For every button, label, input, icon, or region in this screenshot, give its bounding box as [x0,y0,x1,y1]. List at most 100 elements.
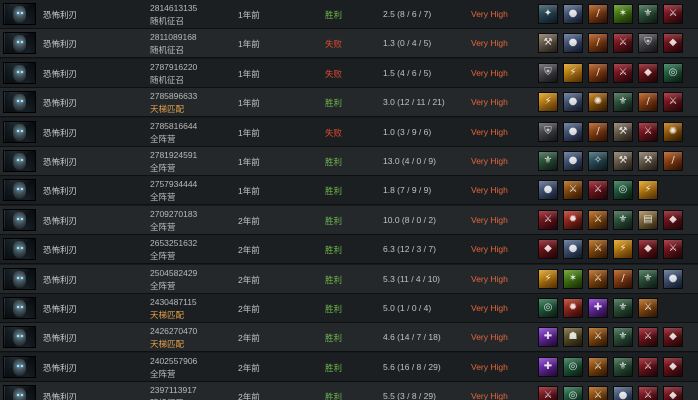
yasha-icon[interactable]: ⚡ [538,92,558,112]
butterfly-icon[interactable]: ⚜ [613,210,633,230]
claw-icon[interactable]: ⚔ [588,180,608,200]
butterfly-icon[interactable]: ⚜ [613,357,633,377]
skull-basher-icon[interactable]: ✦ [538,4,558,24]
match-row[interactable]: 恐怖利刃 2430487115 天梯匹配 2年前 胜利 5.0 (1 / 0 /… [0,294,698,323]
helm-icon[interactable]: ⛨ [538,122,558,142]
hero-portrait[interactable] [3,150,36,172]
claw-icon[interactable]: ⚔ [638,386,658,400]
match-row[interactable]: 恐怖利刃 2402557906 全阵营 2年前 胜利 5.6 (16 / 8 /… [0,353,698,382]
claw-icon[interactable]: ⚔ [613,63,633,83]
hero-portrait[interactable] [3,356,36,378]
hero-name[interactable]: 恐怖利刃 [43,303,77,315]
match-id-link[interactable]: 2781924591 [150,150,197,160]
relic-icon[interactable]: ✹ [563,210,583,230]
hero-portrait[interactable] [3,297,36,319]
hero-portrait[interactable] [3,268,36,290]
hero-portrait[interactable] [3,179,36,201]
butterfly-icon[interactable]: ⚜ [638,4,658,24]
sword-icon[interactable]: ⚔ [588,269,608,289]
satanic-icon[interactable]: ◆ [663,386,683,400]
claw-icon[interactable]: ⚔ [663,239,683,259]
hero-portrait[interactable] [3,32,36,54]
axe-icon[interactable]: ⚒ [613,122,633,142]
orb-icon[interactable]: ● [538,180,558,200]
hero-name[interactable]: 恐怖利刃 [43,244,77,256]
hero-portrait[interactable] [3,326,36,348]
match-id-link[interactable]: 2402557906 [150,356,197,366]
staff-icon[interactable]: ✚ [538,357,558,377]
sword-icon[interactable]: ⚔ [563,180,583,200]
orb-icon[interactable]: ● [563,122,583,142]
claw-icon[interactable]: ⚔ [613,33,633,53]
claw-icon[interactable]: ⚔ [663,4,683,24]
match-id-link[interactable]: 2504582429 [150,268,197,278]
blade-icon[interactable]: / [638,92,658,112]
sword-icon[interactable]: ⚔ [588,357,608,377]
staff-icon[interactable]: ✚ [538,327,558,347]
blade-icon[interactable]: / [588,33,608,53]
mask-icon[interactable]: ☗ [563,327,583,347]
butterfly-icon[interactable]: ⚜ [613,327,633,347]
claw-icon[interactable]: ⚔ [638,122,658,142]
hero-name[interactable]: 恐怖利刃 [43,68,77,80]
claw-icon[interactable]: ⚔ [538,386,558,400]
rune-icon[interactable]: ✺ [588,92,608,112]
satanic-icon[interactable]: ◆ [638,63,658,83]
hero-name[interactable]: 恐怖利刃 [43,38,77,50]
hero-portrait[interactable] [3,121,36,143]
sword-icon[interactable]: ⚔ [588,386,608,400]
orb-icon[interactable]: ● [563,92,583,112]
claw-icon[interactable]: ⚔ [638,357,658,377]
satanic-icon[interactable]: ◆ [538,239,558,259]
sword-icon[interactable]: ⚔ [588,210,608,230]
ring-icon[interactable]: ◎ [563,386,583,400]
satanic-icon[interactable]: ◆ [663,210,683,230]
match-row[interactable]: 恐怖利刃 2787916220 随机征召 1年前 失败 1.5 (4 / 6 /… [0,59,698,88]
yasha-icon[interactable]: ⚡ [613,239,633,259]
match-row[interactable]: 恐怖利刃 2397113917 随机征召 2年前 胜利 5.5 (3 / 8 /… [0,382,698,400]
helm-icon[interactable]: ⛨ [538,63,558,83]
match-row[interactable]: 恐怖利刃 2811089168 随机征召 1年前 失败 1.3 (0 / 4 /… [0,29,698,58]
match-row[interactable]: 恐怖利刃 2757934444 全阵营 1年前 胜利 1.8 (7 / 9 / … [0,176,698,205]
sword-icon[interactable]: ⚔ [588,239,608,259]
match-id-link[interactable]: 2709270183 [150,209,197,219]
ring-icon[interactable]: ◎ [663,63,683,83]
hero-name[interactable]: 恐怖利刃 [43,127,77,139]
match-row[interactable]: 恐怖利刃 2426270470 天梯匹配 2年前 胜利 4.6 (14 / 7 … [0,323,698,352]
axe-icon[interactable]: ⚒ [638,151,658,171]
hero-name[interactable]: 恐怖利刃 [43,274,77,286]
hero-name[interactable]: 恐怖利刃 [43,332,77,344]
orb-icon[interactable]: ● [563,151,583,171]
scroll-icon[interactable]: ▤ [638,210,658,230]
blade-icon[interactable]: / [588,4,608,24]
sword-icon[interactable]: ⚔ [588,327,608,347]
butterfly-icon[interactable]: ⚜ [538,151,558,171]
claw-icon[interactable]: ⚔ [638,327,658,347]
helm-icon[interactable]: ⛨ [638,33,658,53]
ring-icon[interactable]: ◎ [613,180,633,200]
match-id-link[interactable]: 2653251632 [150,238,197,248]
wraith-icon[interactable]: ✶ [613,4,633,24]
blade-icon[interactable]: / [613,269,633,289]
hero-name[interactable]: 恐怖利刃 [43,362,77,374]
match-id-link[interactable]: 2811089168 [150,32,197,42]
match-id-link[interactable]: 2785816644 [150,121,197,131]
orb-icon[interactable]: ● [563,33,583,53]
blade-icon[interactable]: / [663,151,683,171]
hero-name[interactable]: 恐怖利刃 [43,215,77,227]
satanic-icon[interactable]: ◆ [638,239,658,259]
hero-portrait[interactable] [3,385,36,400]
axe-icon[interactable]: ⚒ [538,33,558,53]
match-row[interactable]: 恐怖利刃 2781924591 全阵营 1年前 胜利 13.0 (4 / 0 /… [0,147,698,176]
match-id-link[interactable]: 2397113917 [150,385,197,395]
satanic-icon[interactable]: ◆ [663,357,683,377]
hero-name[interactable]: 恐怖利刃 [43,97,77,109]
match-row[interactable]: 恐怖利刃 2709270183 全阵营 2年前 胜利 10.0 (8 / 0 /… [0,206,698,235]
yasha-icon[interactable]: ⚡ [563,63,583,83]
relic-icon[interactable]: ✹ [563,298,583,318]
butterfly-icon[interactable]: ⚜ [613,92,633,112]
match-row[interactable]: 恐怖利刃 2785896633 天梯匹配 1年前 胜利 3.0 (12 / 11… [0,88,698,117]
orb-icon[interactable]: ● [563,4,583,24]
hero-portrait[interactable] [3,209,36,231]
yasha-icon[interactable]: ⚡ [538,269,558,289]
